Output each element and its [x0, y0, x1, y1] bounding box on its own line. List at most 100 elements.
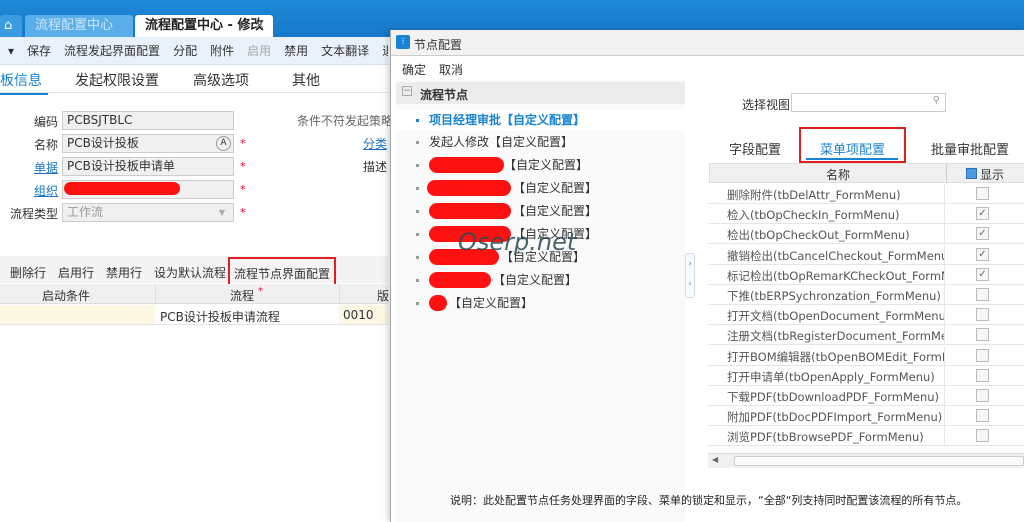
doc-field[interactable]: PCB设计投板申请单	[62, 157, 234, 176]
menu-item-row[interactable]: 下载PDF(tbDownloadPDF_FormMenu)	[708, 386, 1024, 406]
save-button[interactable]: 保存	[27, 37, 51, 64]
show-checkbox[interactable]	[976, 308, 989, 322]
type-select[interactable]: 工作流 ▼	[62, 203, 234, 222]
launch-ui-config-button[interactable]: 流程发起界面配置	[64, 37, 160, 64]
enable-button[interactable]: 启用	[247, 37, 271, 64]
show-checkbox[interactable]	[976, 288, 989, 301]
tree-node-selected[interactable]: 项目经理审批【自定义配置】	[396, 109, 685, 131]
panel-toggle[interactable]: › ‹	[685, 253, 695, 298]
node-label: 【自定义配置】	[504, 158, 589, 172]
translate-icon[interactable]: A	[216, 136, 231, 151]
redaction	[64, 182, 180, 195]
required-mark: *	[240, 183, 246, 196]
show-checkbox[interactable]: ✓	[976, 207, 989, 221]
chevron-right-icon[interactable]: ›	[688, 259, 692, 269]
show-checkbox[interactable]: ✓	[976, 267, 989, 281]
menu-item-name: 下载PDF(tbDownloadPDF_FormMenu)	[727, 390, 940, 404]
ok-button[interactable]: 确定	[402, 61, 426, 78]
col-divider	[944, 244, 945, 265]
node-label: 【自定义配置】	[493, 273, 578, 287]
tab-advanced[interactable]: 高级选项	[193, 70, 249, 90]
code-field[interactable]: PCBSJTBLC	[62, 111, 234, 130]
dropdown-arrow-icon[interactable]: ▾	[8, 37, 14, 64]
menu-item-row[interactable]: 标记检出(tbOpRemarKCheckOut_FormMenu) ✓	[708, 264, 1024, 285]
name-label: 名称	[33, 138, 58, 152]
show-checkbox[interactable]	[976, 328, 989, 342]
translate-button[interactable]: 文本翻译	[321, 37, 369, 64]
col-divider	[944, 305, 945, 326]
code-label: 编码	[33, 115, 58, 129]
show-checkbox[interactable]	[976, 409, 989, 423]
col-divider	[944, 224, 945, 245]
node-tree: − 流程节点 项目经理审批【自定义配置】 发起人修改【自定义配置】 【自定义配置…	[396, 80, 685, 522]
tab-label: 流程配置中心 - 修改	[145, 18, 264, 33]
menu-item-row[interactable]: 检入(tbOpCheckIn_FormMenu) ✓	[708, 204, 1024, 225]
category-link[interactable]: 分类	[363, 135, 387, 152]
horizontal-scrollbar[interactable]: ◀	[708, 453, 1024, 468]
tab-menu-config[interactable]: 菜单项配置	[820, 139, 885, 158]
menu-item-row[interactable]: 打开BOM编辑器(tbOpenBOMEdit_FormMenu)	[708, 345, 1024, 366]
exit-button[interactable]: 退	[382, 37, 388, 64]
enable-row-button[interactable]: 启用行	[58, 264, 94, 281]
tab-launch-permission[interactable]: 发起权限设置	[75, 70, 159, 90]
col-divider	[944, 325, 945, 346]
menu-item-row[interactable]: 浏览PDF(tbBrowsePDF_FormMenu)	[708, 426, 1024, 447]
type-value: 工作流	[67, 205, 104, 219]
watermark: Oserp.net	[458, 228, 577, 256]
menu-item-row[interactable]: 删除附件(tbDelAttr_FormMenu)	[708, 184, 1024, 204]
disable-button[interactable]: 禁用	[284, 37, 308, 64]
col-version: 版	[377, 289, 390, 303]
collapse-icon[interactable]: −	[402, 86, 412, 96]
menu-item-row[interactable]: 下推(tbERPSychronzation_FormMenu)	[708, 285, 1024, 305]
name-field[interactable]: PCB设计投板 A	[62, 134, 234, 153]
search-icon[interactable]: ⚲	[933, 95, 940, 106]
footer-note: 说明：此处配置节点任务处理界面的字段、菜单的锁定和显示，“全部“列支持同时配置该…	[450, 494, 968, 507]
disable-row-button[interactable]: 禁用行	[106, 264, 142, 281]
home-tab[interactable]: ⌂	[0, 15, 22, 37]
show-checkbox[interactable]: ✓	[976, 247, 989, 261]
attachment-button[interactable]: 附件	[210, 37, 234, 64]
tab-field-config[interactable]: 字段配置	[729, 139, 781, 158]
col-divider	[944, 426, 945, 447]
assign-button[interactable]: 分配	[173, 37, 197, 64]
show-checkbox[interactable]: ✓	[976, 227, 989, 241]
desc-label: 描述	[363, 160, 388, 174]
scrollbar-thumb[interactable]	[734, 456, 1024, 466]
tree-node[interactable]: 发起人修改【自定义配置】	[416, 133, 573, 150]
doc-link[interactable]: 单据	[0, 159, 58, 176]
menu-item-row[interactable]: 撤销检出(tbCancelCheckout_FormMenu) ✓	[708, 244, 1024, 265]
menu-item-row[interactable]: 打开文档(tbOpenDocument_FormMenu)	[708, 305, 1024, 326]
col-divider	[339, 284, 340, 304]
close-icon[interactable]: ×	[254, 15, 265, 37]
menu-item-row[interactable]: 附加PDF(tbDocPDFImport_FormMenu)	[708, 406, 1024, 427]
start-condition-cell[interactable]	[0, 305, 155, 324]
menu-item-row[interactable]: 注册文档(tbRegisterDocument_FormMenu)	[708, 325, 1024, 346]
show-checkbox[interactable]	[976, 429, 989, 443]
show-checkbox[interactable]	[976, 348, 989, 362]
set-default-flow-button[interactable]: 设为默认流程	[154, 264, 226, 281]
col-flow: 流程	[230, 289, 255, 303]
tab-flow-config-edit[interactable]: 流程配置中心 - 修改 ×	[135, 15, 273, 37]
flow-cell[interactable]: PCB设计投板申请流程	[160, 308, 280, 325]
show-checkbox[interactable]	[976, 389, 989, 402]
show-checkbox[interactable]	[976, 187, 989, 200]
tree-header[interactable]: − 流程节点	[396, 82, 685, 104]
version-cell[interactable]: 0010	[339, 305, 388, 324]
show-checkbox[interactable]	[976, 368, 989, 382]
cancel-button[interactable]: 取消	[439, 61, 463, 78]
tab-batch-approval-config[interactable]: 批量审批配置	[931, 139, 1009, 158]
col-show: 显示	[980, 168, 1005, 182]
menu-item-name: 打开申请单(tbOpenApply_FormMenu)	[727, 369, 935, 384]
view-search-input[interactable]: ⚲	[791, 93, 946, 112]
scroll-left-icon[interactable]: ◀	[712, 455, 718, 464]
org-link[interactable]: 组织	[0, 182, 58, 199]
select-all-checkbox[interactable]	[966, 168, 977, 179]
toolbar: ▾ 保存流程发起界面配置分配附件启用禁用文本翻译退	[0, 37, 388, 65]
menu-item-row[interactable]: 检出(tbOpCheckOut_FormMenu) ✓	[708, 224, 1024, 245]
table-row[interactable]: PCB设计投板申请流程 0010	[0, 305, 388, 325]
tab-other[interactable]: 其他	[292, 70, 320, 90]
tab-flow-config-center[interactable]: 流程配置中心	[25, 15, 133, 37]
menu-item-row[interactable]: 打开申请单(tbOpenApply_FormMenu)	[708, 365, 1024, 386]
chevron-left-icon[interactable]: ‹	[688, 279, 692, 289]
delete-row-button[interactable]: 删除行	[10, 264, 46, 281]
